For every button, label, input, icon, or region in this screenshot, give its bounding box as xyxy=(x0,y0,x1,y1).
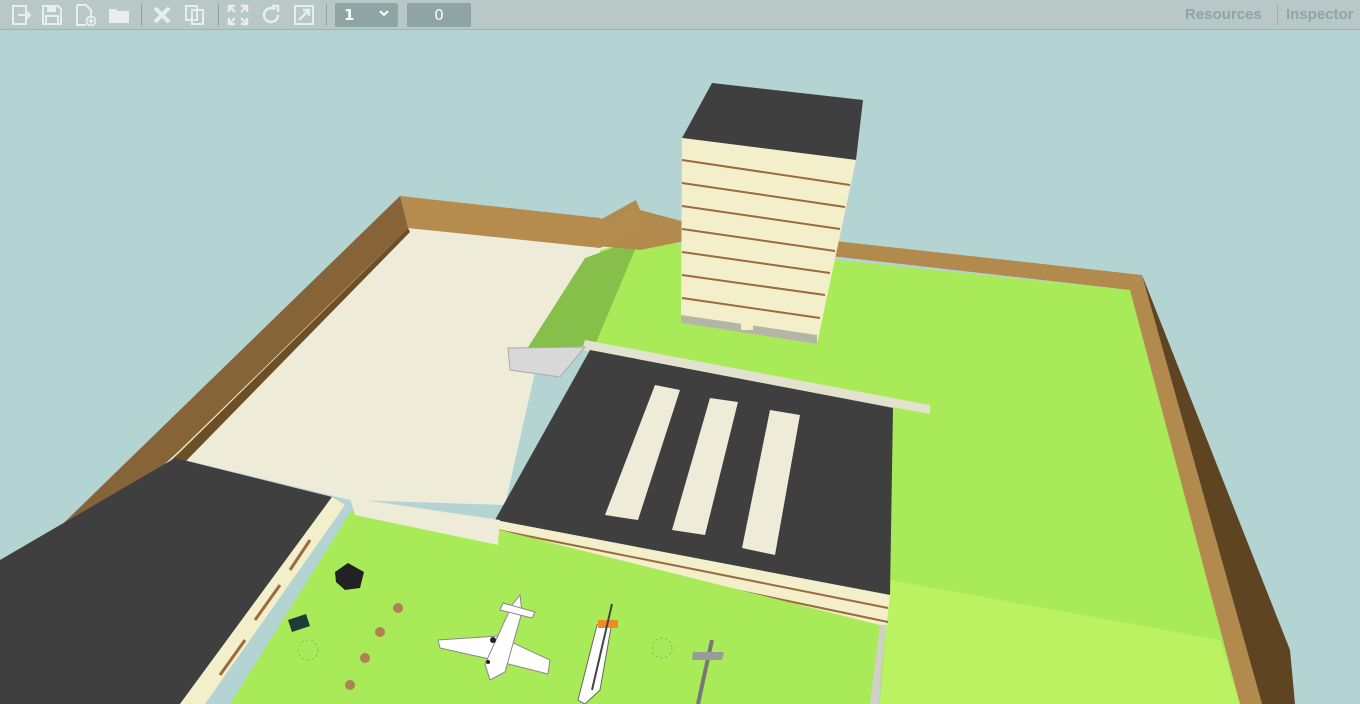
tower-door xyxy=(741,316,753,330)
3d-scene xyxy=(0,83,1295,704)
scene-viewport[interactable] xyxy=(0,30,1360,704)
